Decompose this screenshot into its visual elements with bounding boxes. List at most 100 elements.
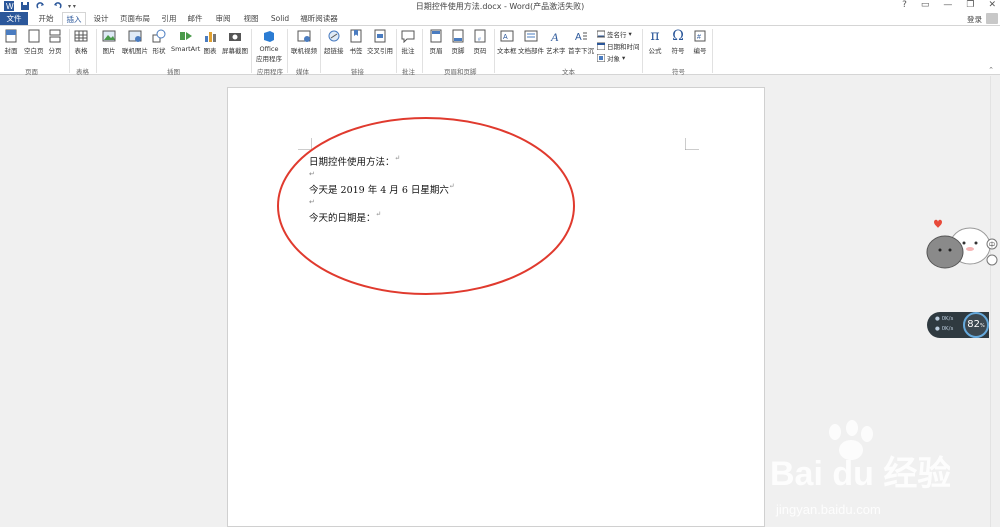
bookmark-button[interactable]: 书签	[349, 29, 363, 55]
hyperlink-button[interactable]: 超链接	[324, 29, 344, 55]
signature-line-icon	[597, 30, 605, 38]
download-speed-value: 0K/s	[941, 326, 954, 332]
group-apps-label: 应用程序	[257, 68, 283, 76]
chart-button[interactable]: 图表	[203, 29, 217, 55]
wordart-button[interactable]: A 艺术字	[546, 29, 566, 55]
object-label: 对象	[607, 55, 620, 63]
hyperlink-label: 超链接	[324, 47, 344, 55]
screenshot-button[interactable]: 屏幕截图	[222, 29, 248, 55]
page-number-button[interactable]: # 页码	[473, 29, 487, 55]
online-picture-button[interactable]: 联机图片	[122, 29, 148, 55]
memory-usage-gauge: 82%	[963, 312, 989, 338]
group-text-label: 文本	[562, 68, 575, 76]
tab-view[interactable]: 视图	[240, 12, 262, 25]
document-page[interactable]: 日期控件使用方法： ↵ ↵ 今天是 2019 年 4 月 6 日星期六 ↵ ↵ 今天…	[227, 87, 765, 527]
tab-file[interactable]: 文件	[0, 12, 28, 25]
tab-home[interactable]: 开始	[33, 12, 59, 25]
cover-page-label: 封面	[4, 47, 18, 55]
upload-speed: ● 0K/s	[935, 316, 954, 322]
pet-paw-icon[interactable]	[986, 254, 998, 266]
tab-mailings[interactable]: 邮件	[184, 12, 206, 25]
header-button[interactable]: 页眉	[429, 29, 443, 55]
cross-reference-button[interactable]: 交叉引用	[367, 29, 393, 55]
tab-insert[interactable]: 插入	[62, 12, 86, 26]
tab-layout[interactable]: 页面布局	[118, 12, 152, 25]
tab-design[interactable]: 设计	[89, 12, 113, 25]
speed-meter-widget[interactable]: ● 0K/s ● 0K/s 82%	[927, 312, 989, 338]
crop-mark-top-right	[685, 138, 699, 150]
table-icon	[74, 30, 88, 42]
vertical-scrollbar[interactable]	[990, 76, 1000, 527]
title-bar: W ▾ ▾ 日期控件使用方法.docx - Word(产品激活失败) ? ▭ —…	[0, 0, 1000, 12]
date-time-label: 日期和时间	[607, 43, 640, 51]
tab-solid[interactable]: Solid	[267, 12, 293, 25]
smartart-label: SmartArt	[171, 45, 201, 53]
object-button[interactable]: 对象 ▾	[597, 53, 625, 63]
symbol-button[interactable]: Ω 符号	[671, 29, 685, 55]
footer-button[interactable]: 页脚	[451, 29, 465, 55]
bookmark-icon	[350, 29, 362, 43]
footer-icon	[452, 29, 464, 43]
cross-reference-label: 交叉引用	[367, 47, 393, 55]
quick-parts-button[interactable]: 文档部件	[518, 29, 544, 55]
office-apps-label-1: Office	[259, 45, 279, 53]
cross-reference-icon	[374, 29, 386, 43]
ribbon-separator	[69, 29, 70, 73]
minimize-button[interactable]: —	[943, 0, 952, 10]
baidu-jingyan-watermark: Bai du 经验 jingyan.baidu.com	[770, 420, 950, 517]
memory-usage-unit: %	[979, 323, 985, 329]
pet-label: 中	[989, 241, 995, 249]
ribbon-separator	[251, 29, 252, 73]
drop-cap-button[interactable]: A 首字下沉	[568, 29, 594, 55]
online-video-button[interactable]: 联机视频	[291, 29, 317, 55]
tab-review[interactable]: 审阅	[212, 12, 234, 25]
ribbon-separator	[642, 29, 643, 73]
date-time-button[interactable]: 日期和时间	[597, 41, 640, 51]
tab-references[interactable]: 引用	[158, 12, 180, 25]
group-comments-label: 批注	[402, 68, 415, 76]
comment-button[interactable]: 批注	[401, 29, 415, 55]
window-title: 日期控件使用方法.docx - Word(产品激活失败)	[415, 2, 585, 11]
download-speed: ● 0K/s	[935, 326, 954, 332]
desktop-pet-widget[interactable]: 中	[920, 216, 1000, 276]
ribbon-separator	[396, 29, 397, 73]
restore-button[interactable]: ❐	[966, 0, 974, 10]
ribbon-separator	[320, 29, 321, 73]
ribbon-display-button[interactable]: ▭	[921, 0, 930, 10]
avatar[interactable]	[986, 13, 998, 24]
upload-speed-value: 0K/s	[941, 316, 954, 322]
signature-dropdown-icon: ▾	[628, 30, 632, 38]
cover-page-icon	[5, 29, 17, 43]
smartart-button[interactable]: SmartArt	[171, 29, 200, 53]
footer-label: 页脚	[451, 47, 465, 55]
page-break-button[interactable]: 分页	[48, 29, 62, 55]
pi-icon: π	[650, 28, 660, 44]
picture-button[interactable]: 图片	[102, 29, 116, 55]
login-link[interactable]: 登录	[967, 14, 982, 25]
close-button[interactable]: ✕	[988, 0, 996, 10]
ribbon-separator	[287, 29, 288, 73]
help-button[interactable]: ?	[902, 0, 907, 10]
numbering-label: 编号	[693, 47, 707, 55]
picture-icon	[102, 30, 116, 42]
signature-line-button[interactable]: 签名行 ▾	[597, 29, 632, 39]
collapse-ribbon-icon[interactable]: ⌃	[988, 66, 994, 74]
numbering-button[interactable]: # 编号	[693, 29, 707, 55]
hyperlink-icon	[328, 30, 340, 42]
signature-line-label: 签名行	[607, 31, 627, 39]
memory-usage-number: 82	[967, 319, 980, 330]
table-button[interactable]: 表格	[74, 29, 88, 55]
shapes-button[interactable]: 形状	[152, 29, 166, 55]
svg-text:A: A	[550, 30, 559, 43]
page-break-icon	[49, 29, 61, 43]
blank-page-button[interactable]: 空白页	[24, 29, 44, 55]
office-apps-button[interactable]: Office 应用程序	[256, 29, 282, 63]
ribbon-separator	[712, 29, 713, 73]
group-pages-label: 页面	[25, 68, 38, 76]
text-box-button[interactable]: A 文本框	[497, 29, 517, 55]
group-symbols-label: 符号	[672, 68, 685, 76]
equation-button[interactable]: π 公式	[648, 29, 662, 55]
cover-page-button[interactable]: 封面	[4, 29, 18, 55]
quick-parts-label: 文档部件	[518, 47, 544, 55]
tab-foxit[interactable]: 福昕阅读器	[298, 12, 340, 25]
